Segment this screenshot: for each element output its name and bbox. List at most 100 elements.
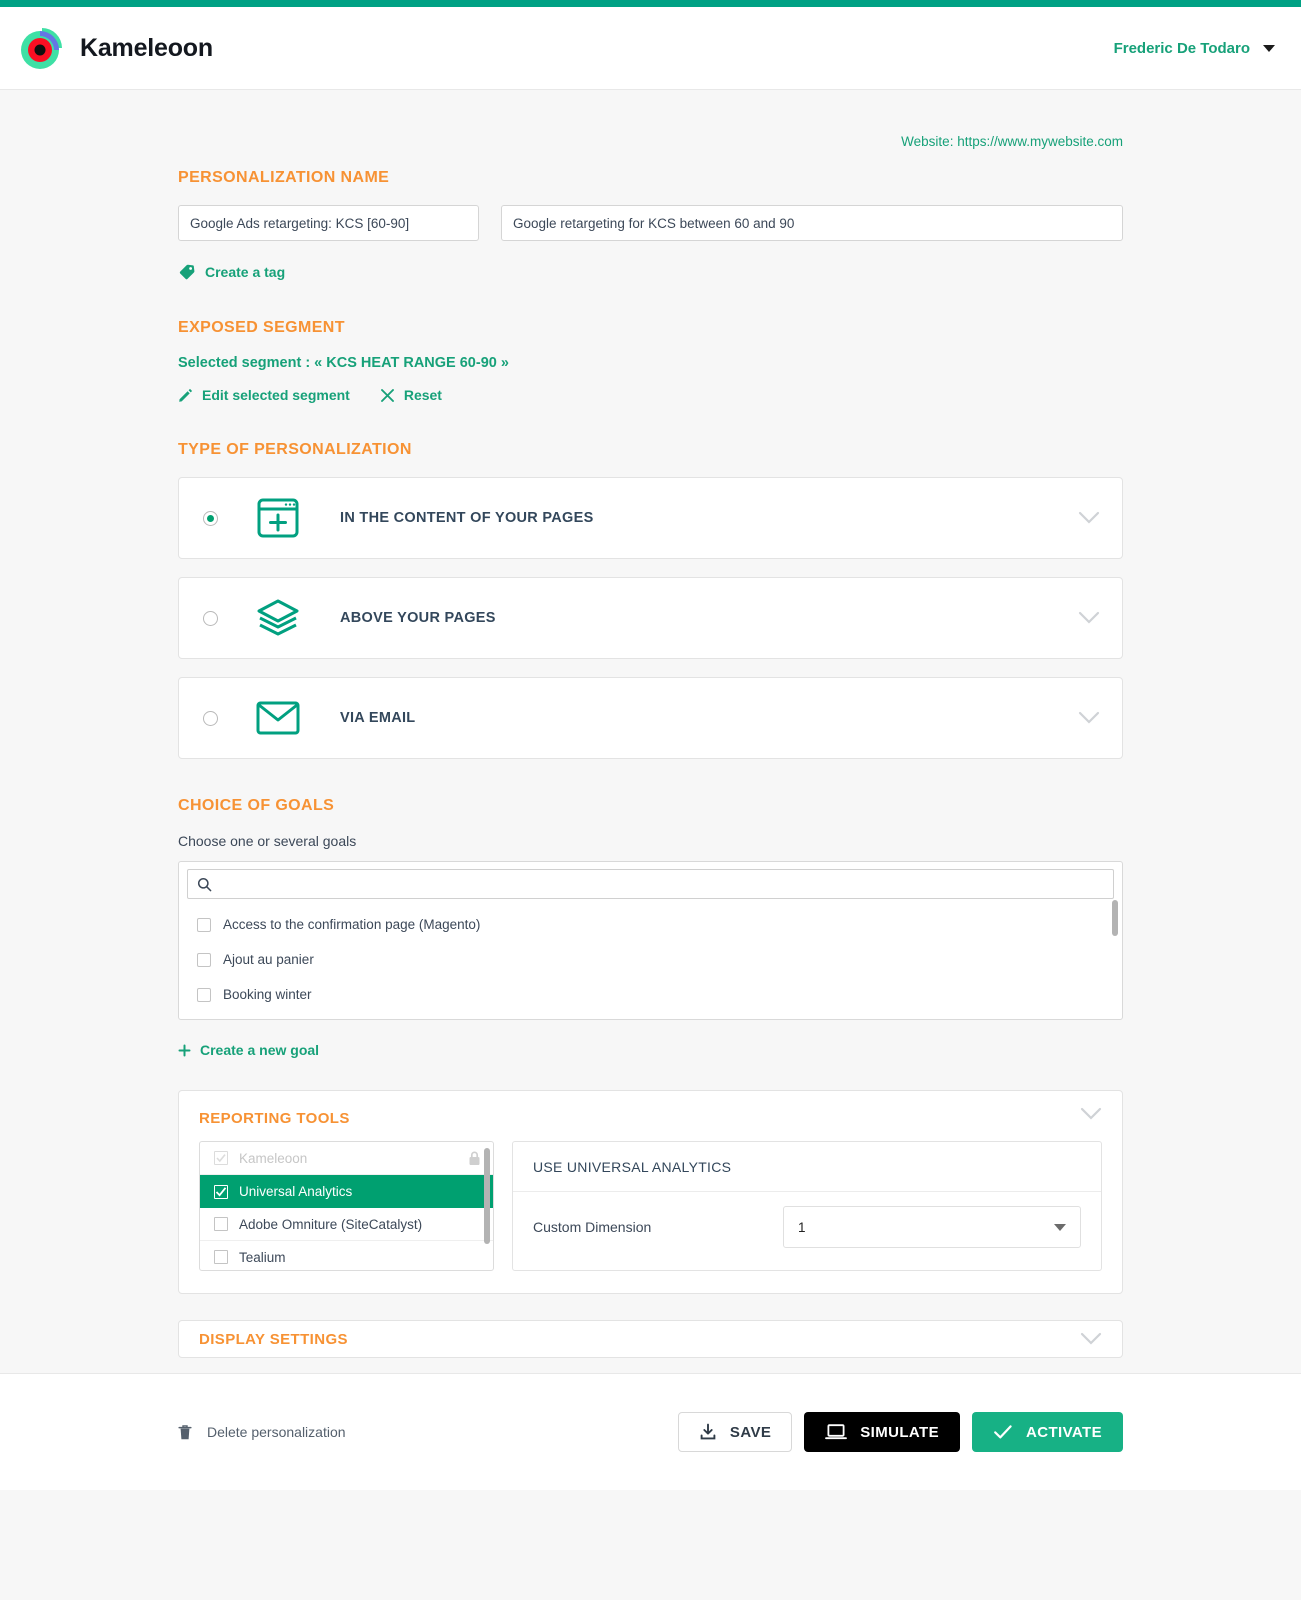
user-menu[interactable]: Frederic De Todaro bbox=[1114, 40, 1275, 57]
selected-segment-text: Selected segment : « KCS HEAT RANGE 60-9… bbox=[178, 355, 509, 371]
layers-icon bbox=[244, 598, 312, 638]
goals-list-box: Access to the confirmation page (Magento… bbox=[178, 861, 1123, 1020]
tool-checkbox bbox=[214, 1151, 228, 1165]
reporting-tool-detail-heading: USE UNIVERSAL ANALYTICS bbox=[513, 1142, 1101, 1192]
goals-subtitle: Choose one or several goals bbox=[178, 833, 357, 849]
goal-search-wrapper[interactable] bbox=[187, 869, 1114, 899]
check-icon bbox=[993, 1423, 1013, 1441]
create-new-goal-link[interactable]: Create a new goal bbox=[178, 1042, 1123, 1058]
tool-checkbox[interactable] bbox=[214, 1250, 228, 1264]
save-button[interactable]: SAVE bbox=[677, 1412, 793, 1452]
caret-down-icon[interactable] bbox=[1054, 1223, 1066, 1231]
type-option-label: ABOVE YOUR PAGES bbox=[340, 610, 496, 626]
goal-checkbox[interactable] bbox=[197, 917, 211, 932]
edit-selected-segment-label: Edit selected segment bbox=[202, 387, 350, 403]
brand-name: Kameleoon bbox=[80, 33, 213, 62]
custom-dimension-row: Custom Dimension 1 bbox=[513, 1192, 1101, 1264]
laptop-icon bbox=[825, 1423, 848, 1441]
download-icon bbox=[699, 1423, 717, 1441]
personalization-name-input[interactable] bbox=[178, 205, 479, 241]
tool-checkbox[interactable] bbox=[214, 1184, 228, 1199]
tools-scrollbar[interactable] bbox=[484, 1148, 490, 1266]
create-tag-link[interactable]: Create a tag bbox=[178, 263, 1123, 281]
list-item[interactable]: Buy now CTA bbox=[197, 1012, 1122, 1019]
chevron-down-icon[interactable] bbox=[1080, 1107, 1102, 1121]
list-item[interactable]: Booking winter bbox=[197, 977, 1122, 1012]
delete-personalization-button[interactable]: Delete personalization bbox=[178, 1424, 346, 1441]
type-option-label: IN THE CONTENT OF YOUR PAGES bbox=[340, 510, 594, 526]
panel-title-display-settings: DISPLAY SETTINGS bbox=[199, 1330, 348, 1348]
goal-search-input[interactable] bbox=[221, 875, 1104, 893]
goals-scrollbar-thumb[interactable] bbox=[1112, 900, 1118, 936]
display-settings-panel[interactable]: DISPLAY SETTINGS bbox=[178, 1320, 1123, 1358]
custom-dimension-value: 1 bbox=[798, 1219, 806, 1235]
goal-label: Booking winter bbox=[223, 987, 312, 1002]
goals-scrollbar[interactable] bbox=[1112, 900, 1118, 1012]
radio-via-email[interactable] bbox=[203, 710, 218, 726]
chevron-down-icon[interactable] bbox=[1078, 711, 1100, 725]
reset-segment-button[interactable]: Reset bbox=[380, 387, 442, 403]
reporting-tools-list: Kameleoon Universal Analytics Adobe Omni… bbox=[199, 1141, 494, 1271]
tool-label: Universal Analytics bbox=[239, 1184, 353, 1199]
plus-icon bbox=[178, 1044, 191, 1057]
website-url[interactable]: Website: https://www.mywebsite.com bbox=[178, 134, 1123, 149]
kameleoon-logo-icon bbox=[18, 24, 66, 72]
goal-checkbox[interactable] bbox=[197, 952, 211, 967]
reporting-tools-panel: REPORTING TOOLS Kameleoon Universal Anal… bbox=[178, 1090, 1123, 1294]
tool-row-tealium[interactable]: Tealium bbox=[200, 1241, 493, 1270]
tool-checkbox[interactable] bbox=[214, 1217, 228, 1231]
reporting-tool-detail: USE UNIVERSAL ANALYTICS Custom Dimension… bbox=[512, 1141, 1102, 1271]
segment-actions: Edit selected segment Reset bbox=[178, 387, 1123, 403]
trash-icon bbox=[178, 1424, 192, 1441]
type-option-label: VIA EMAIL bbox=[340, 710, 416, 726]
radio-above-pages[interactable] bbox=[203, 610, 218, 626]
type-option-above-pages[interactable]: ABOVE YOUR PAGES bbox=[178, 577, 1123, 659]
simulate-button[interactable]: SIMULATE bbox=[804, 1412, 961, 1452]
section-title-choice-of-goals: CHOICE OF GOALS bbox=[178, 797, 335, 814]
personalization-name-row bbox=[178, 205, 1123, 241]
create-new-goal-label: Create a new goal bbox=[200, 1042, 320, 1058]
personalization-description-input[interactable] bbox=[501, 205, 1123, 241]
browser-plus-icon bbox=[244, 498, 312, 538]
simulate-label: SIMULATE bbox=[860, 1423, 940, 1441]
list-item[interactable]: Access to the confirmation page (Magento… bbox=[197, 907, 1122, 942]
footer-inner: Delete personalization SAVE SIMULATE ACT… bbox=[178, 1374, 1123, 1490]
goal-list: Access to the confirmation page (Magento… bbox=[179, 899, 1122, 1019]
tool-row-universal-analytics[interactable]: Universal Analytics bbox=[200, 1175, 493, 1208]
chevron-down-icon[interactable] bbox=[1078, 511, 1100, 525]
section-title-personalization-name: PERSONALIZATION NAME bbox=[178, 169, 390, 186]
chevron-down-icon[interactable] bbox=[1080, 1332, 1102, 1346]
list-item[interactable]: Ajout au panier bbox=[197, 942, 1122, 977]
goal-label: Ajout au panier bbox=[223, 952, 314, 967]
content-container: Website: https://www.mywebsite.com PERSO… bbox=[178, 90, 1123, 1358]
brand[interactable]: Kameleoon bbox=[18, 24, 213, 72]
panel-title-reporting-tools: REPORTING TOOLS bbox=[199, 1110, 350, 1127]
type-option-via-email[interactable]: VIA EMAIL bbox=[178, 677, 1123, 759]
section-title-exposed-segment: EXPOSED SEGMENT bbox=[178, 319, 345, 336]
close-icon bbox=[380, 388, 395, 403]
tool-row-adobe-omniture[interactable]: Adobe Omniture (SiteCatalyst) bbox=[200, 1208, 493, 1241]
app-header: Kameleoon Frederic De Todaro bbox=[0, 7, 1301, 90]
section-title-type-of-personalization: TYPE OF PERSONALIZATION bbox=[178, 441, 412, 458]
activate-button[interactable]: ACTIVATE bbox=[972, 1412, 1123, 1452]
pencil-icon bbox=[178, 388, 193, 403]
save-label: SAVE bbox=[729, 1423, 772, 1441]
footer-buttons: SAVE SIMULATE ACTIVATE bbox=[677, 1412, 1123, 1452]
activate-label: ACTIVATE bbox=[1026, 1423, 1102, 1441]
custom-dimension-select[interactable]: 1 bbox=[783, 1206, 1081, 1248]
chevron-down-icon[interactable] bbox=[1078, 611, 1100, 625]
tool-label: Kameleoon bbox=[239, 1150, 308, 1166]
page-body: Website: https://www.mywebsite.com PERSO… bbox=[0, 90, 1301, 1490]
reporting-tools-body: Kameleoon Universal Analytics Adobe Omni… bbox=[199, 1141, 1102, 1271]
top-accent-bar bbox=[0, 0, 1301, 7]
radio-in-content[interactable] bbox=[203, 510, 218, 526]
tool-label: Adobe Omniture (SiteCatalyst) bbox=[239, 1216, 423, 1232]
goal-checkbox[interactable] bbox=[197, 987, 211, 1002]
chevron-down-icon[interactable] bbox=[1263, 44, 1275, 52]
tool-label: Tealium bbox=[239, 1249, 286, 1265]
search-icon bbox=[197, 877, 212, 892]
tools-scrollbar-thumb[interactable] bbox=[484, 1148, 490, 1244]
tag-icon bbox=[178, 263, 196, 281]
edit-selected-segment-button[interactable]: Edit selected segment bbox=[178, 387, 350, 403]
type-option-in-content[interactable]: IN THE CONTENT OF YOUR PAGES bbox=[178, 477, 1123, 559]
